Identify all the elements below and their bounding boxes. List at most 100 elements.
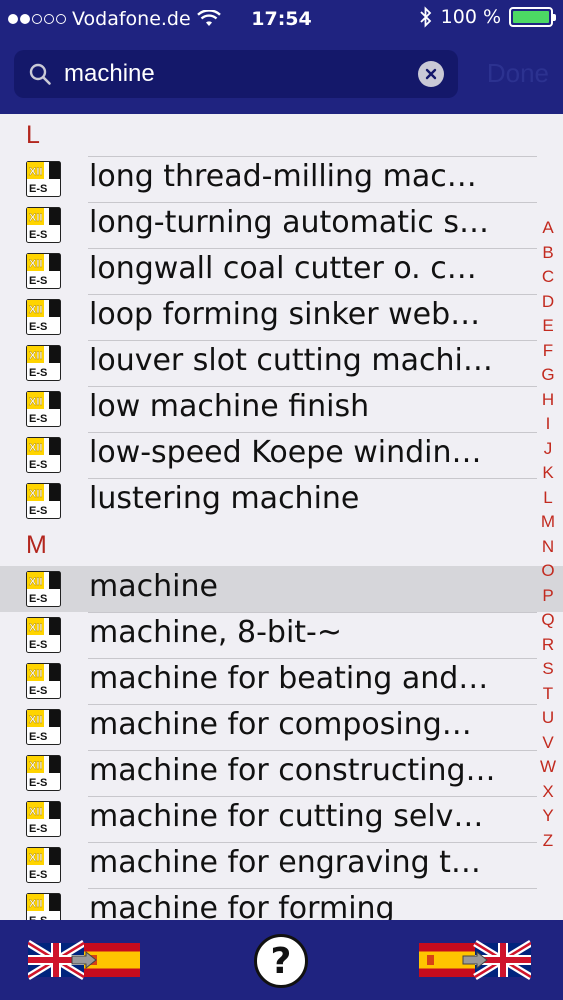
index-letter[interactable]: Q [541,608,554,633]
svg-text:E-S: E-S [29,777,47,789]
index-letter[interactable]: D [542,290,554,315]
index-letter[interactable]: R [542,633,554,658]
index-letter[interactable]: V [542,731,553,756]
dictionary-en-es-icon: XII E-S [26,617,61,653]
index-letter[interactable]: C [542,265,554,290]
dictionary-en-es-icon: XII E-S [26,801,61,837]
svg-text:XII: XII [29,576,42,588]
spanish-to-english-button[interactable] [419,939,531,981]
index-letter[interactable]: E [542,314,553,339]
search-field[interactable] [14,50,458,98]
row-separator [88,340,537,341]
svg-text:E-S: E-S [29,229,47,241]
svg-text:XII: XII [29,166,42,178]
svg-text:XII: XII [29,806,42,818]
index-letter[interactable]: X [542,780,553,805]
index-letter[interactable]: Z [543,829,553,854]
index-letter[interactable]: L [543,486,552,511]
entry-label: low machine finish [89,389,370,424]
clear-icon[interactable] [418,61,444,87]
list-item[interactable]: XII E-S loop forming sinker web… [0,294,563,340]
search-input[interactable] [64,56,414,92]
list-item[interactable]: XII E-S machine for composing… [0,704,563,750]
svg-text:XII: XII [29,714,42,726]
battery-icon [509,7,556,27]
list-item[interactable]: XII E-S low machine finish [0,386,563,432]
list-item[interactable]: XII E-S longwall coal cutter o. c… [0,248,563,294]
index-letter[interactable]: W [540,755,556,780]
dictionary-en-es-icon: XII E-S [26,299,61,335]
list-item[interactable]: XII E-S machine for cutting selv… [0,796,563,842]
index-letter[interactable]: M [541,510,555,535]
entry-label: machine for forming [89,891,395,920]
index-letter[interactable]: T [543,682,553,707]
index-letter[interactable]: B [542,241,553,266]
index-letter[interactable]: P [542,584,553,609]
index-letter[interactable]: Y [542,804,553,829]
dictionary-en-es-icon: XII E-S [26,709,61,745]
index-letter[interactable]: A [542,216,553,241]
row-separator [88,888,537,889]
svg-text:E-S: E-S [29,183,47,195]
svg-text:E-S: E-S [29,505,47,517]
row-separator [88,750,537,751]
dictionary-en-es-icon: XII E-S [26,345,61,381]
dictionary-en-es-icon: XII E-S [26,847,61,883]
row-separator [88,432,537,433]
entry-label: lustering machine [89,481,360,516]
row-separator [88,704,537,705]
svg-text:XII: XII [29,350,42,362]
list-item[interactable]: XIIE-S machine for forming [0,888,563,920]
tab-bar: ? [0,920,563,1000]
battery-percentage: 100 % [440,6,501,28]
svg-text:E-S: E-S [29,639,47,651]
index-letter[interactable]: N [542,535,554,560]
svg-text:E-S: E-S [29,459,47,471]
list-item[interactable]: XII E-S machine [0,566,563,612]
dictionary-en-es-icon: XII E-S [26,663,61,699]
list-item[interactable]: XII E-S machine for constructing… [0,750,563,796]
row-separator [88,386,537,387]
svg-text:XII: XII [29,622,42,634]
index-letter[interactable]: F [543,339,553,364]
index-letter[interactable]: J [544,437,553,462]
index-letter[interactable]: O [541,559,554,584]
index-letter[interactable]: K [542,461,553,486]
svg-text:XII: XII [29,304,42,316]
done-button[interactable]: Done [487,58,549,89]
svg-text:XII: XII [29,668,42,680]
entry-label: loop forming sinker web… [89,297,481,332]
entry-label: machine for engraving t… [89,845,481,880]
index-letter[interactable]: H [542,388,554,413]
row-separator [88,156,537,157]
dictionary-en-es-icon: XII E-S [26,755,61,791]
list-item[interactable]: XII E-S machine for beating and… [0,658,563,704]
svg-text:E-S: E-S [29,275,47,287]
row-separator [88,612,537,613]
svg-text:XII: XII [29,898,42,910]
index-letter[interactable]: G [541,363,554,388]
svg-text:E-S: E-S [29,413,47,425]
list-item[interactable]: XII E-S long thread-milling mac… [0,156,563,202]
section-index[interactable]: ABCDEFGHIJKLMNOPQRSTUVWXYZ [540,216,556,853]
index-letter[interactable]: I [546,412,551,437]
list-item[interactable]: XII E-S long-turning automatic s… [0,202,563,248]
status-bar: Vodafone.de 17:54 100 % [0,0,563,38]
results-list[interactable]: L XII E-S long thread-milling mac… XII E-S lon… [0,114,563,920]
svg-text:E-S: E-S [29,367,47,379]
list-item[interactable]: XII E-S louver slot cutting machi… [0,340,563,386]
dictionary-en-es-icon: XII E-S [26,161,61,197]
index-letter[interactable]: U [542,706,554,731]
entry-label: machine [89,569,218,604]
index-letter[interactable]: S [542,657,553,682]
dictionary-en-es-icon: XII E-S [26,391,61,427]
list-item[interactable]: XII E-S lustering machine [0,478,563,524]
list-item[interactable]: XII E-S machine for engraving t… [0,842,563,888]
battery-fill [513,11,549,23]
svg-text:E-S: E-S [29,731,47,743]
svg-text:XII: XII [29,442,42,454]
help-button[interactable]: ? [254,934,308,988]
list-item[interactable]: XII E-S low-speed Koepe windin… [0,432,563,478]
list-item[interactable]: XII E-S machine, 8-bit-~ [0,612,563,658]
english-to-spanish-button[interactable] [28,939,140,981]
